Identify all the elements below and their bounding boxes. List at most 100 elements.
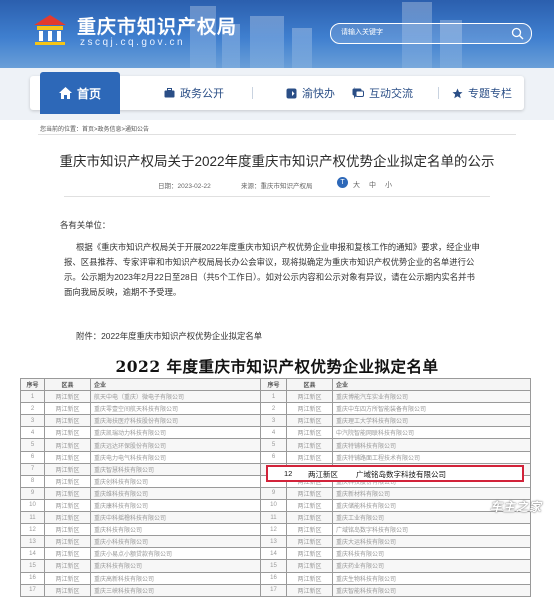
- table-row: 16 两江新区 重庆高新科技有限公司 16 两江新区 重庆生物科技有限公司: [20, 571, 531, 585]
- table-cell: 1: [20, 390, 45, 404]
- table-cell: 重庆药业有限公司: [332, 559, 531, 573]
- divider: [64, 196, 490, 197]
- search-input[interactable]: 请输入关键字: [330, 23, 532, 44]
- font-size-icon: T: [337, 177, 348, 188]
- table-cell: 两江新区: [286, 390, 333, 404]
- article-paragraph-line: 报、区县推荐、专家评审和市知识产权局局长办公会审议，现将拟确定为重庆市知识产权优…: [64, 257, 475, 267]
- table-cell: 两江新区: [44, 571, 91, 585]
- table-cell: 3: [20, 414, 45, 428]
- table-cell: 重庆智能科技有限公司: [332, 583, 531, 597]
- table-cell: 重庆特铺路面工程技术有限公司: [332, 450, 531, 464]
- table-cell: 12: [260, 523, 287, 537]
- table-cell: 两江新区: [44, 583, 91, 597]
- nav-divider: [252, 87, 253, 99]
- table-cell: 两江新区: [286, 511, 333, 525]
- table-row: 12 两江新区 重庆科技有限公司 12 两江新区 广域铭岛数字科技有限公司: [20, 523, 531, 537]
- table-cell: 重庆远达环保股份有限公司: [90, 438, 261, 452]
- skyline-building: [250, 16, 284, 68]
- table-row: 6 两江新区 重庆电力电气科技有限公司 6 两江新区 重庆特铺路面工程技术有限公司: [20, 450, 531, 464]
- table-cell: 重庆电力电气科技有限公司: [90, 450, 261, 464]
- font-size-large[interactable]: 大: [353, 180, 360, 190]
- breadcrumb[interactable]: 您当前的位置：首页>政务信息>通知公告: [40, 124, 149, 133]
- table-cell: 两江新区: [286, 486, 333, 500]
- search-icon[interactable]: [510, 26, 525, 41]
- star-icon: [452, 88, 463, 98]
- table-cell: 重庆博能汽车实业有限公司: [332, 390, 531, 404]
- article-date: 日期：2023-02-22: [158, 183, 211, 190]
- table-cell: 两江新区: [44, 559, 91, 573]
- nav-item-gov-affairs[interactable]: 政务公开: [164, 76, 224, 110]
- table-cell: 两江新区: [286, 426, 333, 440]
- nav-item-home[interactable]: 首页: [40, 72, 120, 114]
- highlight-district: 两江新区: [308, 470, 338, 479]
- table-cell: 重庆生物科技有限公司: [332, 571, 531, 585]
- table-cell: 5: [260, 438, 287, 452]
- site-header: 重庆市知识产权局 zscqj.cq.gov.cn 请输入关键字: [0, 0, 554, 68]
- divider: [38, 134, 516, 135]
- table-row: 2 两江新区 重庆零壹空间航天科技有限公司 2 两江新区 重庆中车四方所智能装备有限公司: [20, 402, 531, 416]
- table-cell: 两江新区: [44, 450, 91, 464]
- table-cell: 4: [260, 426, 287, 440]
- nav-item-special-topics[interactable]: 专题专栏: [452, 76, 512, 110]
- table-cell: 重庆创科技有限公司: [90, 474, 261, 488]
- table-cell: 3: [260, 414, 287, 428]
- font-size-small[interactable]: 小: [385, 180, 392, 190]
- table-cell: 重庆中科摇橹科技有限公司: [90, 511, 261, 525]
- table-cell: 重庆智慧科技有限公司: [90, 462, 261, 476]
- table-cell: 2: [260, 402, 287, 416]
- table-cell: 重庆凯瑞动力科技有限公司: [90, 426, 261, 440]
- table-row: 14 两江新区 重庆小易点小额贷款有限公司 14 两江新区 重庆科技有限公司: [20, 547, 531, 561]
- article-paragraph-line: 面向我局反映，逾期不予受理。: [64, 287, 182, 297]
- table-cell: 企业: [90, 377, 261, 392]
- nav-divider: [438, 87, 439, 99]
- table-cell: 13: [20, 535, 45, 549]
- table-cell: 两江新区: [44, 390, 91, 404]
- table-cell: 重庆中车四方所智能装备有限公司: [332, 402, 531, 416]
- table-cell: 15: [260, 559, 287, 573]
- nav-item-label: 政务公开: [180, 88, 224, 100]
- article-paragraph-line: 根据《重庆市知识产权局关于开展2022年度重庆市知识产权优势企业申报和复核工作的…: [76, 242, 480, 252]
- table-cell: 6: [20, 450, 45, 464]
- table-row: 9 两江新区 重庆维科技有限公司 9 两江新区 重庆新材料有限公司: [20, 486, 531, 500]
- table-cell: 重庆三峡科技有限公司: [90, 583, 261, 597]
- table-cell: 两江新区: [44, 498, 91, 513]
- table-cell: 两江新区: [286, 498, 333, 513]
- table-cell: 区县: [286, 377, 333, 392]
- article-source: 来源：重庆市知识产权局: [241, 183, 313, 190]
- font-size-medium[interactable]: 中: [369, 180, 376, 190]
- table-cell: 9: [20, 486, 45, 500]
- table-cell: 重庆小科技有限公司: [90, 535, 261, 549]
- table-row: 4 两江新区 重庆凯瑞动力科技有限公司 4 两江新区 中汽院智能网联科技有限公司: [20, 426, 531, 440]
- nav-item-interaction[interactable]: 互动交流: [352, 76, 413, 110]
- arrow-box-icon: [286, 88, 297, 98]
- table-cell: 10: [20, 498, 45, 513]
- table-cell: 两江新区: [44, 426, 91, 440]
- table-cell: 重庆康科技有限公司: [90, 498, 261, 513]
- table-cell: 区县: [44, 377, 91, 392]
- table-cell: 11: [260, 511, 287, 525]
- table-cell: 两江新区: [286, 547, 333, 561]
- watermark-logo: 车主之家: [489, 500, 542, 514]
- table-cell: 15: [20, 559, 45, 573]
- highlight-number: 12: [284, 469, 293, 478]
- site-title[interactable]: 重庆市知识产权局: [77, 12, 237, 39]
- briefcase-icon: [164, 88, 175, 98]
- table-cell: 序号: [20, 377, 45, 392]
- article-paragraph-line: 示。公示期为2023年2月22日至28日（共5个工作日）。如对公示内容和公示对象…: [64, 272, 475, 282]
- nav-item-yukuaiban[interactable]: 渝快办: [286, 76, 335, 110]
- table-cell: 两江新区: [286, 450, 333, 464]
- table-cell: 重庆维科技有限公司: [90, 486, 261, 500]
- site-logo-icon[interactable]: [30, 13, 70, 47]
- attachment-link[interactable]: 附件：2022年度重庆市知识产权优势企业拟定名单: [76, 329, 262, 343]
- table-cell: 重庆科技有限公司: [90, 559, 261, 573]
- article-title: 重庆市知识产权局关于2022年度重庆市知识产权优势企业拟定名单的公示: [59, 154, 495, 169]
- table-cell: 13: [260, 535, 287, 549]
- table-cell: 17: [20, 583, 45, 597]
- nav-item-label: 首页: [76, 86, 101, 101]
- table-cell: 重庆高新科技有限公司: [90, 571, 261, 585]
- table-cell: 重庆理工大学科技有限公司: [332, 414, 531, 428]
- table-cell: 序号: [260, 377, 287, 392]
- table-cell: 重庆科技有限公司: [90, 523, 261, 537]
- table-cell: 重庆特铺科技有限公司: [332, 438, 531, 452]
- list-image-title: 2022 年度重庆市知识产权优势企业拟定名单: [115, 357, 439, 376]
